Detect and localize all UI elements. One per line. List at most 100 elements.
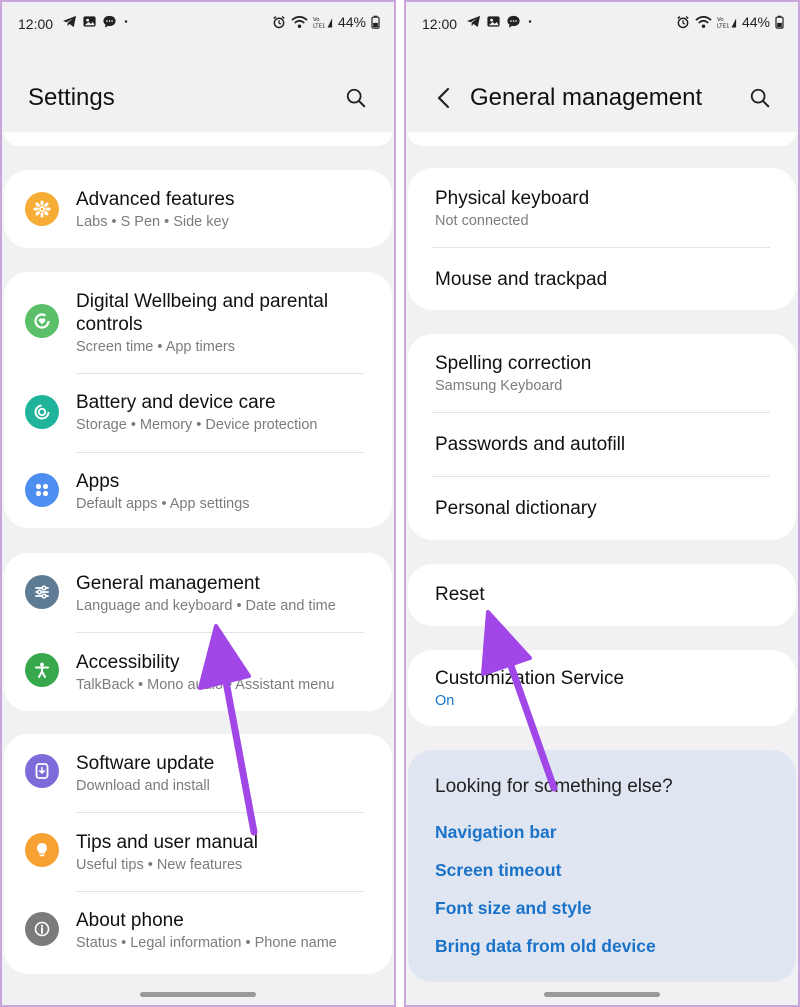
message-icon	[507, 15, 520, 28]
item-subtitle: Status • Legal information • Phone name	[76, 935, 337, 951]
previous-card-edge	[408, 132, 796, 146]
item-subtitle: Screen time • App timers	[76, 339, 235, 355]
suggestions-card: Looking for something else? Navigation b…	[408, 750, 796, 982]
item-title: Tips and user manual	[76, 832, 259, 853]
item-subtitle: Default apps • App settings	[76, 496, 250, 512]
settings-card-2: Digital Wellbeing and parental controls …	[4, 272, 392, 528]
item-subtitle: On	[435, 693, 455, 709]
item-subtitle: Labs • S Pen • Side key	[76, 214, 229, 230]
item-customization-service[interactable]: Customization Service On	[408, 650, 796, 726]
svg-text:LTE1: LTE1	[717, 23, 730, 29]
back-button[interactable]	[428, 82, 460, 114]
settings-card-3: General management Language and keyboard…	[4, 553, 392, 711]
item-title: Personal dictionary	[435, 498, 597, 519]
item-title: Accessibility	[76, 652, 180, 673]
item-title: Digital Wellbeing and parental	[76, 291, 329, 312]
item-spelling-correction[interactable]: Spelling correction Samsung Keyboard	[408, 334, 796, 412]
item-title: Battery and device care	[76, 392, 276, 413]
app-bar: General management	[406, 74, 798, 122]
link-font-size-style[interactable]: Font size and style	[435, 898, 592, 919]
item-title: Reset	[435, 584, 485, 605]
alarm-icon	[273, 16, 285, 29]
status-bar: 12:00 Vo LTE1 44%	[406, 2, 798, 46]
link-navigation-bar[interactable]: Navigation bar	[435, 822, 557, 843]
link-screen-timeout[interactable]: Screen timeout	[435, 860, 561, 881]
lte-signal-icon: VoLTE1	[313, 17, 333, 29]
settings-item-apps[interactable]: Apps Default apps • App settings	[4, 453, 392, 528]
settings-item-digital-wellbeing[interactable]: Digital Wellbeing and parental controls …	[4, 272, 392, 374]
settings-item-general-management[interactable]: General management Language and keyboard…	[4, 553, 392, 632]
item-subtitle: Language and keyboard • Date and time	[76, 598, 336, 614]
navigation-handle[interactable]	[544, 992, 660, 997]
item-title: Passwords and autofill	[435, 434, 626, 455]
item-subtitle: Storage • Memory • Device protection	[76, 417, 318, 433]
navigation-handle[interactable]	[140, 992, 256, 997]
telegram-icon	[466, 15, 481, 28]
svg-text:Vo: Vo	[717, 17, 724, 23]
item-title: General management	[76, 573, 260, 594]
search-button[interactable]	[744, 82, 776, 114]
keyboard-card: Physical keyboard Not connected Mouse an…	[408, 168, 796, 310]
accessibility-icon	[25, 653, 59, 687]
item-physical-keyboard[interactable]: Physical keyboard Not connected	[408, 168, 796, 247]
item-subtitle: Download and install	[76, 778, 210, 794]
message-icon	[103, 15, 116, 28]
item-personal-dictionary[interactable]: Personal dictionary	[408, 477, 796, 540]
search-button[interactable]	[340, 82, 372, 114]
item-subtitle: TalkBack • Mono audio • Assistant menu	[76, 677, 335, 693]
settings-item-about-phone[interactable]: About phone Status • Legal information •…	[4, 892, 392, 974]
general-management-screen: 12:00 Vo LTE1 44% General management Phys…	[404, 0, 800, 1007]
dot-icon	[124, 20, 128, 23]
item-title: Spelling correction	[435, 353, 592, 374]
settings-item-software-update[interactable]: Software update Download and install	[4, 734, 392, 812]
wifi-icon	[291, 15, 308, 28]
item-mouse-trackpad[interactable]: Mouse and trackpad	[408, 248, 796, 310]
item-title: Advanced features	[76, 189, 235, 210]
settings-item-tips-user-manual[interactable]: Tips and user manual Useful tips • New f…	[4, 813, 392, 892]
item-title: Customization Service	[435, 668, 625, 689]
digital-wellbeing-icon	[25, 304, 59, 338]
sliders-icon	[25, 575, 59, 609]
search-icon	[750, 88, 770, 108]
item-title: About phone	[76, 910, 184, 931]
settings-card-1: Advanced features Labs • S Pen • Side ke…	[4, 170, 392, 248]
gallery-icon	[487, 16, 500, 27]
software-update-icon	[25, 754, 59, 788]
link-bring-data[interactable]: Bring data from old device	[435, 936, 656, 957]
item-title: Software update	[76, 753, 215, 774]
item-title: Physical keyboard	[435, 188, 590, 209]
item-title: Apps	[76, 471, 120, 492]
telegram-icon	[62, 15, 77, 28]
apps-icon	[25, 473, 59, 507]
previous-card-edge	[4, 132, 392, 146]
battery-level: 44%	[741, 14, 770, 30]
settings-screen: 12:00 Vo LTE1 44% Settings Advanced featu…	[0, 0, 396, 1007]
svg-text:LTE1: LTE1	[313, 23, 326, 29]
item-subtitle: Not connected	[435, 213, 529, 229]
app-bar: Settings	[2, 74, 394, 122]
alarm-icon	[677, 16, 689, 29]
item-reset[interactable]: Reset	[408, 564, 796, 626]
status-time: 12:00	[422, 16, 458, 32]
search-icon	[346, 88, 366, 108]
typing-card: Spelling correction Samsung Keyboard Pas…	[408, 334, 796, 540]
item-title: Mouse and trackpad	[435, 269, 608, 290]
dot-icon	[528, 20, 532, 23]
status-bar: 12:00 Vo LTE1 44%	[2, 2, 394, 46]
settings-item-advanced-features[interactable]: Advanced features Labs • S Pen • Side ke…	[4, 170, 392, 248]
wifi-icon	[695, 15, 712, 28]
settings-item-battery-device-care[interactable]: Battery and device care Storage • Memory…	[4, 374, 392, 452]
device-care-icon	[25, 395, 59, 429]
advanced-features-icon	[25, 192, 59, 226]
suggestions-heading: Looking for something else?	[435, 776, 673, 797]
settings-item-accessibility[interactable]: Accessibility TalkBack • Mono audio • As…	[4, 633, 392, 711]
item-passwords-autofill[interactable]: Passwords and autofill	[408, 413, 796, 476]
svg-text:Vo: Vo	[313, 17, 320, 23]
settings-card-4: Software update Download and install Tip…	[4, 734, 392, 974]
battery-icon	[775, 15, 784, 29]
customization-card: Customization Service On	[408, 650, 796, 726]
item-subtitle: Samsung Keyboard	[435, 378, 563, 394]
reset-card: Reset	[408, 564, 796, 626]
lte-signal-icon: VoLTE1	[717, 17, 737, 29]
gallery-icon	[83, 16, 96, 27]
